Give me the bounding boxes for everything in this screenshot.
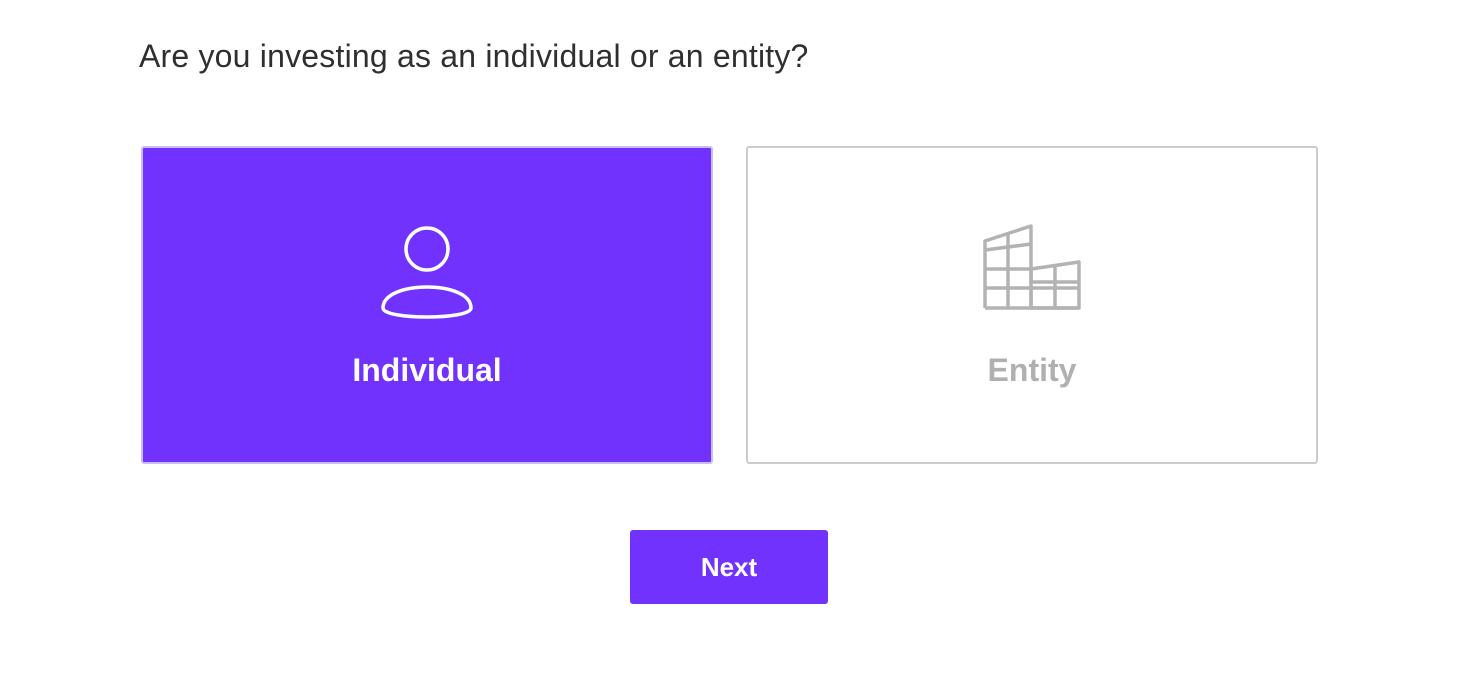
- building-icon: [983, 224, 1081, 310]
- page-title: Are you investing as an individual or an…: [139, 38, 809, 74]
- person-icon: [381, 226, 473, 319]
- option-entity-label: Entity: [987, 352, 1077, 388]
- next-button[interactable]: Next: [630, 530, 828, 604]
- option-entity-card[interactable]: Entity: [746, 146, 1318, 464]
- option-individual-card[interactable]: Individual: [141, 146, 713, 464]
- option-individual-label: Individual: [352, 352, 502, 388]
